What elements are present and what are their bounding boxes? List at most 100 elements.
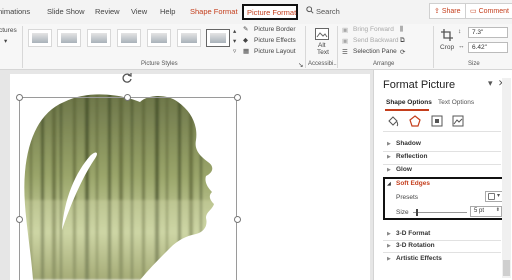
section-glow[interactable]: Glow	[396, 166, 412, 173]
tab-animations[interactable]: nimations	[0, 7, 30, 16]
pane-title: Format Picture	[383, 79, 456, 91]
send-backward-icon: ▣	[342, 38, 349, 45]
expand-arrow-icon: ▶	[387, 231, 391, 237]
picture-border-icon: ✎	[243, 26, 249, 33]
expand-arrow-icon: ▶	[387, 243, 391, 249]
comments-button[interactable]: ▭ Comment	[465, 3, 512, 19]
selection-pane-icon: ☰	[342, 49, 348, 56]
section-reflection[interactable]: Reflection	[396, 153, 427, 160]
gallery-scroll-down-icon[interactable]: ▾	[233, 37, 236, 45]
pane-scrollbar[interactable]	[502, 78, 511, 278]
tab-view[interactable]: View	[131, 7, 147, 16]
section-3d-rotation[interactable]: 3-D Rotation	[396, 242, 435, 249]
picture-style-2[interactable]	[57, 29, 81, 47]
tab-shape-options[interactable]: Shape Options	[386, 99, 432, 106]
format-picture-pane: Format Picture ▾ ✕ Shape Options Text Op…	[373, 70, 512, 280]
dropdown-caret-icon[interactable]: ▾	[4, 37, 7, 45]
gallery-scroll-up-icon[interactable]: ▴	[233, 27, 236, 35]
gallery-more-icon[interactable]: ▿	[233, 47, 236, 55]
pane-divider	[383, 151, 501, 152]
picture-layout-button[interactable]: Picture Layout	[254, 48, 296, 55]
size-value: 5 pt	[474, 208, 485, 214]
resize-handle-left[interactable]	[16, 216, 23, 223]
width-spinner[interactable]: 6.42"	[468, 42, 508, 53]
picture-effects-icon: ◆	[243, 37, 248, 44]
group-icon[interactable]: ⧉	[400, 37, 405, 45]
size-properties-icon[interactable]	[431, 115, 443, 127]
size-label: Size	[396, 209, 409, 216]
spinner-arrows-icon: ⬍	[495, 207, 500, 213]
resize-handle-top-left[interactable]	[16, 94, 23, 101]
picture-effects-button[interactable]: Picture Effects	[254, 37, 296, 44]
rotate-icon[interactable]: ⟳	[400, 48, 405, 56]
tab-shape-format[interactable]: Shape Format	[190, 7, 238, 16]
selection-pane-button[interactable]: Selection Pane	[353, 48, 397, 55]
presets-dropdown[interactable]: ▾	[485, 191, 503, 202]
separator	[22, 26, 23, 68]
comment-icon: ▭	[470, 8, 477, 15]
separator	[433, 26, 434, 68]
selection-frame	[19, 97, 237, 280]
tab-picture-format[interactable]: Picture Format	[242, 4, 298, 20]
pane-divider	[383, 240, 501, 241]
slider-thumb[interactable]	[415, 209, 418, 216]
picture-layout-icon: ▦	[243, 48, 250, 55]
picture-style-3[interactable]	[87, 29, 111, 47]
section-shadow[interactable]: Shadow	[396, 140, 421, 147]
rotate-handle-icon[interactable]	[121, 72, 133, 84]
tab-help[interactable]: Help	[160, 7, 175, 16]
alt-text-icon	[315, 28, 329, 40]
alt-text-line-1[interactable]: Alt	[318, 42, 326, 49]
pane-divider	[383, 131, 501, 132]
resize-handle-right[interactable]	[234, 216, 241, 223]
tab-picture-format-label: Picture Format	[247, 8, 297, 17]
soft-edge-size-slider[interactable]	[413, 209, 467, 216]
section-3d-format[interactable]: 3-D Format	[396, 230, 430, 237]
expand-arrow-icon: ▶	[387, 141, 391, 147]
picture-border-button[interactable]: Picture Border	[254, 26, 296, 33]
send-backward-button[interactable]: Send Backward	[353, 37, 399, 44]
ribbon: ctures ▾ ▴ ▾ ▿ Picture Styles ✎ Picture …	[0, 24, 512, 70]
pane-scrollbar-thumb[interactable]	[503, 260, 510, 276]
resize-handle-top-right[interactable]	[234, 94, 241, 101]
align-icon[interactable]: ⫼	[400, 26, 403, 34]
pictures-cut-label[interactable]: ctures	[0, 27, 17, 34]
effects-icon[interactable]	[409, 115, 421, 127]
picture-style-5[interactable]	[147, 29, 171, 47]
ribbon-tab-bar: nimations Slide Show Review View Help Sh…	[0, 0, 512, 24]
expand-arrow-icon: ▶	[387, 167, 391, 173]
dialog-launcher-icon[interactable]: ↘	[298, 61, 303, 69]
height-value: 7.3"	[472, 29, 484, 36]
picture-style-4[interactable]	[117, 29, 141, 47]
section-artistic-effects[interactable]: Artistic Effects	[396, 255, 442, 262]
fill-line-icon[interactable]	[387, 115, 399, 127]
comments-label: Comment	[478, 8, 509, 15]
collapse-arrow-icon: ◢	[387, 181, 391, 187]
picture-icon[interactable]	[452, 115, 464, 127]
tab-slide-show[interactable]: Slide Show	[47, 7, 85, 16]
bring-forward-button[interactable]: Bring Forward	[353, 26, 394, 33]
pane-options-icon[interactable]: ▾	[488, 78, 493, 89]
crop-button[interactable]: Crop	[440, 44, 454, 51]
arrange-group-label: Arrange	[373, 61, 395, 67]
tab-underline	[385, 109, 429, 111]
picture-style-7[interactable]	[206, 29, 230, 47]
resize-handle-top[interactable]	[124, 94, 131, 101]
separator	[305, 26, 306, 68]
section-soft-edges[interactable]: Soft Edges	[396, 180, 430, 187]
expand-arrow-icon: ▶	[387, 154, 391, 160]
height-spinner[interactable]: 7.3"	[468, 27, 508, 38]
tab-review[interactable]: Review	[95, 7, 120, 16]
alt-text-line-2[interactable]: Text	[317, 49, 329, 56]
picture-styles-group-label: Picture Styles	[141, 61, 178, 67]
share-icon: ⇪	[434, 8, 440, 15]
share-button[interactable]: ⇪ Share	[429, 3, 466, 19]
width-icon: ↔	[458, 43, 465, 50]
picture-style-1[interactable]	[28, 29, 52, 47]
search-icon	[306, 6, 314, 14]
tab-text-options[interactable]: Text Options	[438, 99, 474, 106]
picture-style-6[interactable]	[177, 29, 201, 47]
share-label: Share	[441, 8, 461, 15]
search-input[interactable]: Search	[316, 7, 340, 16]
size-spinner[interactable]: 5 pt ⬍	[470, 206, 502, 217]
